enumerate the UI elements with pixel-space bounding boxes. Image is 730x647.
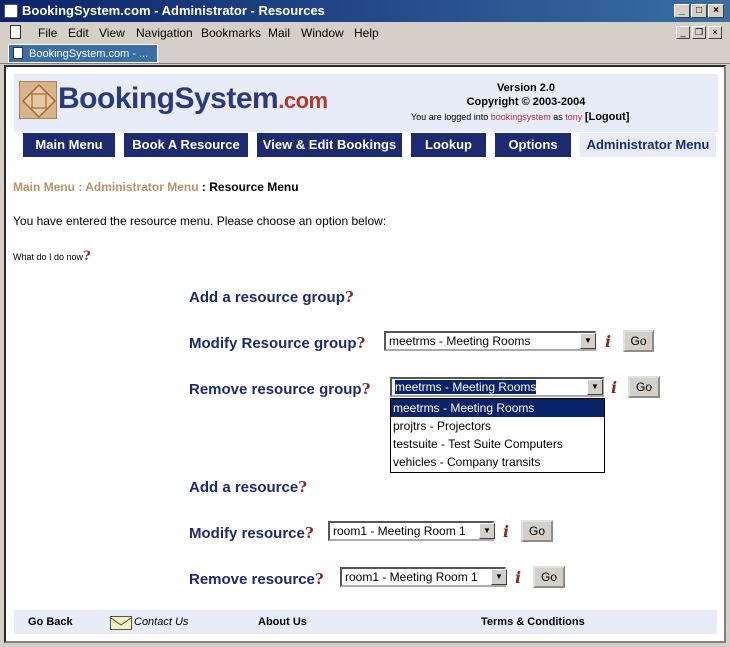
menu-view[interactable]: View bbox=[99, 22, 125, 44]
menu-window[interactable]: Window bbox=[301, 22, 344, 44]
remove-group-go-button[interactable]: Go bbox=[628, 376, 660, 398]
about-us-link[interactable]: About Us bbox=[258, 616, 307, 628]
chevron-down-icon[interactable]: ▼ bbox=[491, 569, 507, 585]
add-resource-link[interactable]: Add a resource? bbox=[189, 478, 307, 496]
modify-resource-group-label: Modify Resource group? bbox=[189, 334, 366, 352]
logo-icon bbox=[19, 81, 57, 119]
help-icon[interactable]: ? bbox=[305, 524, 314, 542]
mdi-restore-icon[interactable]: ❐ bbox=[692, 26, 706, 39]
menu-mail[interactable]: Mail bbox=[268, 22, 290, 44]
add-resource-group-link[interactable]: Add a resource group? bbox=[189, 288, 354, 306]
modify-resource-label: Modify resource? bbox=[189, 524, 314, 542]
help-icon[interactable]: ? bbox=[315, 570, 324, 588]
help-link[interactable]: What do I do now? bbox=[13, 249, 91, 264]
help-icon[interactable]: ? bbox=[357, 334, 366, 352]
help-icon[interactable]: ? bbox=[345, 288, 354, 306]
dropdown-option[interactable]: vehicles - Company transits bbox=[391, 453, 604, 471]
nav-options[interactable]: Options bbox=[495, 133, 571, 157]
info-icon[interactable]: i bbox=[605, 334, 617, 350]
menu-bookmarks[interactable]: Bookmarks bbox=[201, 22, 261, 44]
crumb-current: Resource Menu bbox=[209, 180, 299, 194]
logout-link[interactable]: [Logout] bbox=[585, 111, 630, 123]
info-icon[interactable]: i bbox=[611, 380, 623, 396]
nav-lookup[interactable]: Lookup bbox=[411, 133, 486, 157]
version-text: Version 2.0 bbox=[496, 82, 556, 94]
nav-view-edit-bookings[interactable]: View & Edit Bookings bbox=[257, 133, 402, 157]
nav-administrator-menu[interactable]: Administrator Menu bbox=[580, 133, 716, 157]
intro-text: You have entered the resource menu. Plea… bbox=[13, 214, 387, 228]
remove-group-select[interactable]: meetrms - Meeting Rooms bbox=[390, 377, 604, 397]
crumb-admin-menu[interactable]: Administrator Menu bbox=[85, 180, 198, 194]
login-status: You are logged into bookingsystem as ton… bbox=[411, 111, 630, 123]
dropdown-option[interactable]: meetrms - Meeting Rooms bbox=[391, 399, 604, 417]
menu-edit[interactable]: Edit bbox=[68, 22, 89, 44]
remove-resource-group-label: Remove resource group? bbox=[189, 380, 371, 398]
tab-bookingsystem[interactable]: BookingSystem.com - ... bbox=[8, 44, 158, 63]
nav-book-resource[interactable]: Book A Resource bbox=[124, 133, 248, 157]
dropdown-option[interactable]: testsuite - Test Suite Computers bbox=[391, 435, 604, 453]
modify-group-select[interactable]: meetrms - Meeting Rooms bbox=[384, 331, 596, 351]
mdi-close-icon[interactable]: × bbox=[708, 26, 722, 39]
modify-resource-go-button[interactable]: Go bbox=[521, 520, 553, 542]
copyright-text: Copyright © 2003-2004 bbox=[466, 96, 586, 108]
crumb-main-menu[interactable]: Main Menu bbox=[13, 180, 75, 194]
remove-resource-go-button[interactable]: Go bbox=[533, 566, 565, 588]
menu-file[interactable]: File bbox=[38, 22, 57, 44]
group-dropdown-list: meetrms - Meeting Rooms projtrs - Projec… bbox=[390, 398, 605, 473]
go-back-link[interactable]: Go Back bbox=[28, 616, 73, 628]
app-icon bbox=[4, 4, 18, 18]
help-icon: ? bbox=[83, 249, 91, 264]
page-icon bbox=[13, 47, 23, 59]
maximize-icon[interactable]: □ bbox=[691, 4, 707, 18]
logo: BookingSystem.com bbox=[58, 82, 328, 115]
mail-icon[interactable] bbox=[110, 616, 132, 630]
breadcrumb: Main Menu : Administrator Menu : Resourc… bbox=[13, 180, 299, 194]
minimize-icon[interactable]: _ bbox=[674, 4, 690, 18]
chevron-down-icon[interactable]: ▼ bbox=[479, 523, 495, 539]
info-icon[interactable]: i bbox=[503, 524, 515, 540]
menu-help[interactable]: Help bbox=[354, 22, 379, 44]
close-icon[interactable]: × bbox=[708, 4, 724, 18]
menu-navigation[interactable]: Navigation bbox=[136, 22, 193, 44]
nav-main-menu[interactable]: Main Menu bbox=[23, 133, 115, 157]
remove-resource-label: Remove resource? bbox=[189, 570, 324, 588]
menubar: File Edit View Navigation Bookmarks Mail… bbox=[0, 22, 730, 44]
remove-resource-select[interactable]: room1 - Meeting Room 1 bbox=[340, 567, 506, 587]
help-icon[interactable]: ? bbox=[362, 380, 371, 398]
chevron-down-icon[interactable]: ▼ bbox=[587, 379, 603, 395]
dropdown-option[interactable]: projtrs - Projectors bbox=[391, 417, 604, 435]
modify-resource-select[interactable]: room1 - Meeting Room 1 bbox=[328, 521, 494, 541]
help-icon[interactable]: ? bbox=[298, 478, 307, 496]
chevron-down-icon[interactable]: ▼ bbox=[580, 333, 596, 349]
contact-us-link[interactable]: Contact Us bbox=[134, 616, 188, 628]
mdi-minimize-icon[interactable]: _ bbox=[676, 26, 690, 39]
window-titlebar: BookingSystem.com - Administrator - Reso… bbox=[0, 0, 730, 22]
terms-link[interactable]: Terms & Conditions bbox=[481, 616, 585, 628]
info-icon[interactable]: i bbox=[515, 570, 527, 586]
modify-group-go-button[interactable]: Go bbox=[623, 330, 654, 352]
